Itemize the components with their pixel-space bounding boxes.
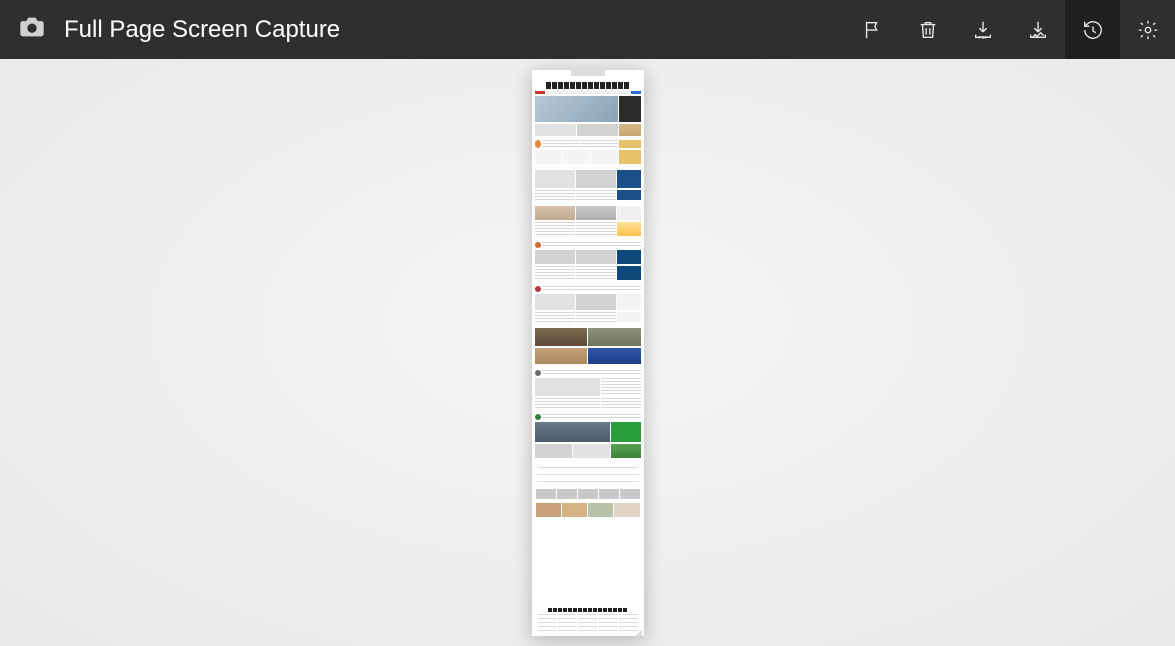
app-title: Full Page Screen Capture (64, 16, 340, 44)
capture-masthead (546, 82, 630, 89)
capture-content (532, 70, 644, 636)
download-image-button[interactable] (1010, 0, 1065, 59)
capture-thumbnail[interactable] (532, 70, 644, 636)
settings-button[interactable] (1120, 0, 1175, 59)
capture-footer (532, 606, 644, 636)
flag-button[interactable] (845, 0, 900, 59)
resize-handle-icon (634, 626, 642, 634)
svg-text:PDF: PDF (978, 35, 987, 40)
app-toolbar: Full Page Screen Capture PDF (0, 0, 1175, 59)
toolbar-left: Full Page Screen Capture (0, 13, 340, 46)
capture-stage (0, 59, 1175, 646)
capture-nav (535, 91, 641, 94)
history-icon (1082, 19, 1104, 41)
download-pdf-button[interactable]: PDF (955, 0, 1010, 59)
capture-header-strip (532, 70, 644, 80)
delete-button[interactable] (900, 0, 955, 59)
toolbar-right: PDF (845, 0, 1175, 59)
download-image-icon (1027, 19, 1049, 41)
download-pdf-icon: PDF (972, 19, 994, 41)
trash-icon (917, 19, 939, 41)
gear-icon (1137, 19, 1159, 41)
history-button[interactable] (1065, 0, 1120, 59)
camera-icon (18, 13, 46, 46)
flag-icon (862, 19, 884, 41)
